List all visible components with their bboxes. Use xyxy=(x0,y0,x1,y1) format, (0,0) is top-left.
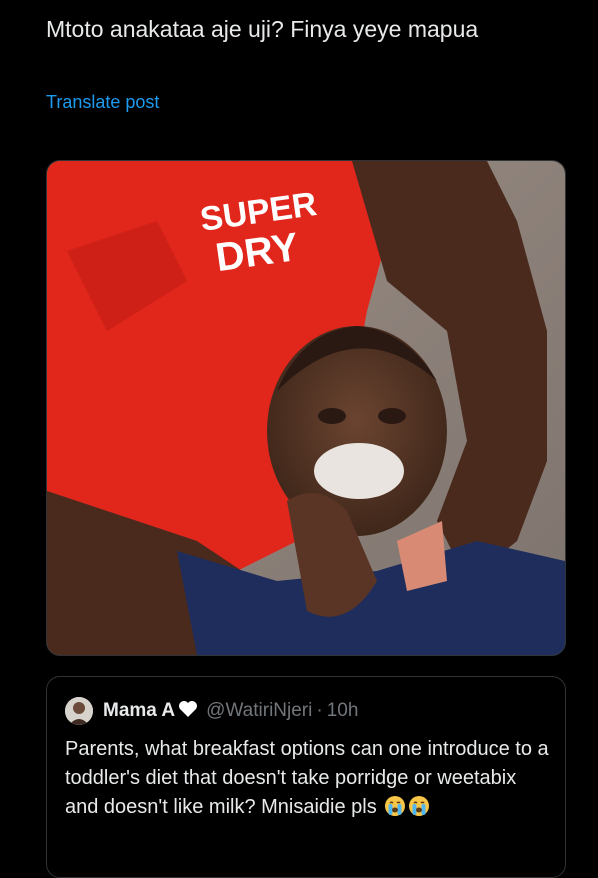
quoted-post-body: Parents, what breakfast options can one … xyxy=(65,738,549,818)
child-feeding-photo: SUPER DRY xyxy=(47,161,565,655)
quoted-post-header: Mama A @WatiriNjeri · 10h xyxy=(65,697,358,725)
crying-face-icon xyxy=(408,795,430,826)
quoted-handle[interactable]: @WatiriNjeri xyxy=(206,700,312,722)
crying-face-icon xyxy=(384,795,406,826)
quoted-post-text: Parents, what breakfast options can one … xyxy=(65,735,551,826)
white-heart-icon xyxy=(178,700,198,723)
translate-post-link[interactable]: Translate post xyxy=(46,92,159,113)
separator-dot: · xyxy=(316,700,323,721)
quoted-timestamp[interactable]: 10h xyxy=(327,700,359,722)
quoted-display-name[interactable]: Mama A xyxy=(103,700,175,722)
post-image[interactable]: SUPER DRY xyxy=(46,160,566,656)
post-text: Mtoto anakataa aje uji? Finya yeye mapua xyxy=(46,16,479,42)
avatar[interactable] xyxy=(65,697,93,725)
quoted-post[interactable]: Mama A @WatiriNjeri · 10h Parents, what … xyxy=(46,676,566,878)
